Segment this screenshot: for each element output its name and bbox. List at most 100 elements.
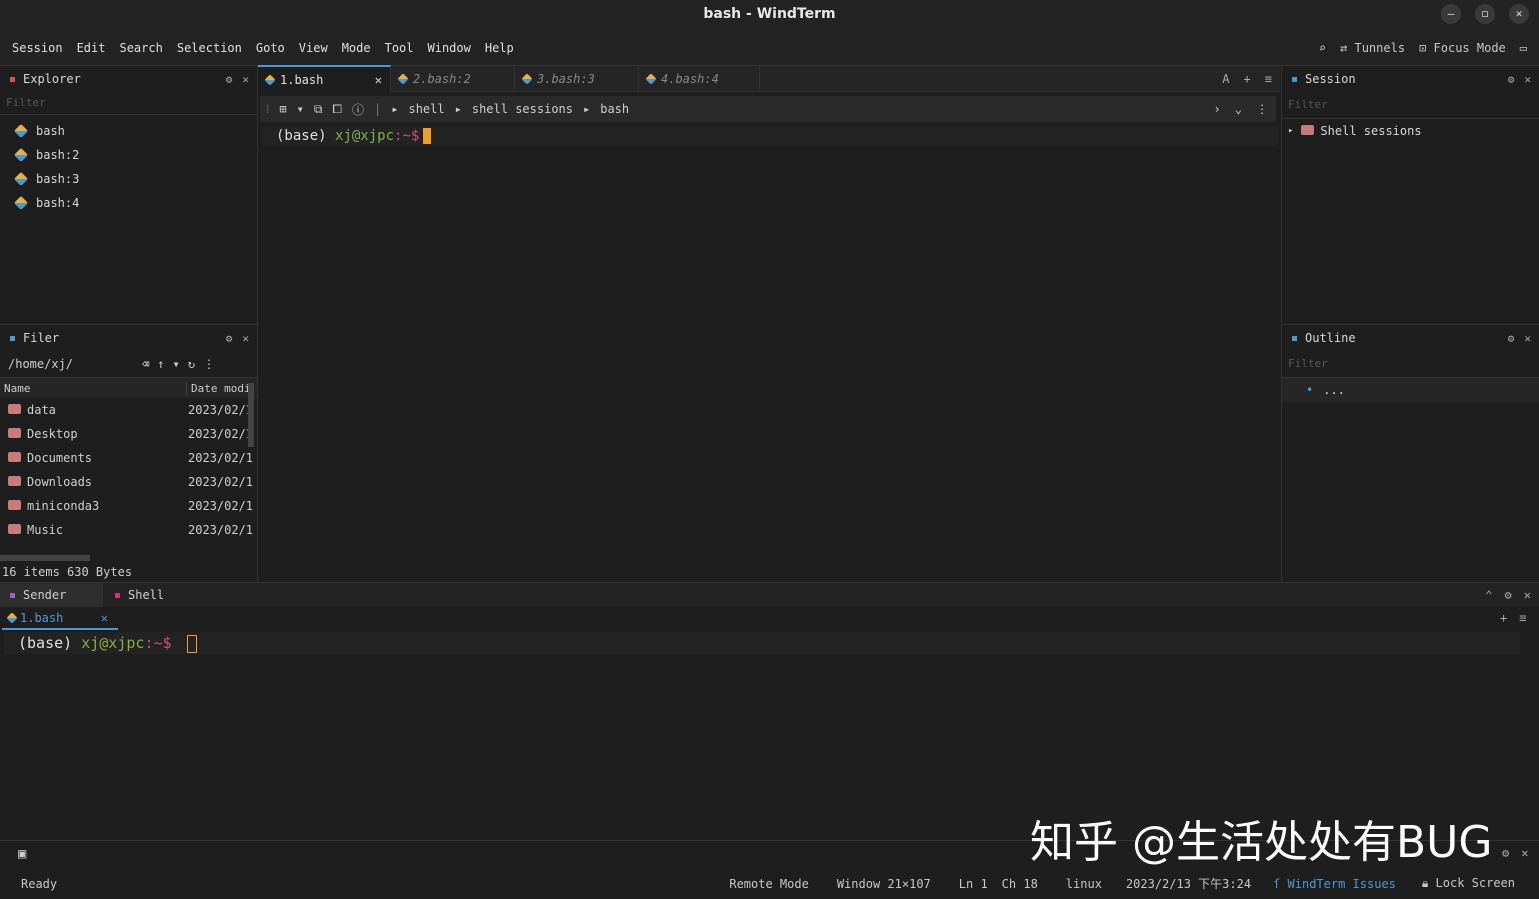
tab-1-bash[interactable]: 1.bash ✕ xyxy=(258,65,391,93)
status-remote-mode[interactable]: Remote Mode xyxy=(729,877,808,891)
more-icon[interactable]: ⋮ xyxy=(1256,102,1268,116)
path-input[interactable]: /home/xj/ xyxy=(8,357,134,371)
close-icon[interactable]: ✕ xyxy=(242,332,249,345)
folder-icon xyxy=(1301,125,1314,135)
vertical-scrollbar[interactable] xyxy=(248,383,254,447)
focus-mode-button[interactable]: ⊡ Focus Mode xyxy=(1419,41,1506,55)
explorer-item-bash2[interactable]: bash:2 xyxy=(0,143,257,167)
tab-menu-button[interactable]: ≡ xyxy=(1519,611,1526,625)
breadcrumb-shell[interactable]: shell xyxy=(408,102,444,116)
close-icon[interactable]: ✕ xyxy=(1524,73,1531,86)
terminal-cursor xyxy=(187,635,197,653)
gear-icon[interactable]: ⚙ xyxy=(1508,332,1515,345)
table-row[interactable]: Desktop2023/02/1 xyxy=(0,422,257,446)
bottom-session-tab[interactable]: 1.bash ✕ xyxy=(2,608,118,630)
tab-2-bash[interactable]: 2.bash:2 xyxy=(391,66,515,92)
close-tab-icon[interactable]: ✕ xyxy=(101,611,108,625)
clear-icon[interactable]: ⌫ xyxy=(142,357,149,371)
split-icon[interactable]: ⧠ xyxy=(332,102,342,117)
shell-dot-icon xyxy=(115,593,120,598)
more-icon[interactable]: ⋮ xyxy=(203,357,215,371)
session-filter-input[interactable]: Filter xyxy=(1282,92,1539,119)
status-col[interactable]: Ch 18 xyxy=(1002,877,1038,891)
session-item-shell-sessions[interactable]: ▸ Shell sessions xyxy=(1282,119,1539,143)
close-button[interactable]: ✕ xyxy=(1509,4,1529,24)
menu-window[interactable]: Window xyxy=(428,30,471,66)
close-icon[interactable]: ✕ xyxy=(242,73,249,86)
duplicate-icon[interactable]: ⧉ xyxy=(314,102,323,117)
status-os[interactable]: linux xyxy=(1066,877,1102,891)
session-dot-icon xyxy=(1292,77,1297,82)
column-date[interactable]: Date modi xyxy=(187,382,251,395)
explorer-item-bash3[interactable]: bash:3 xyxy=(0,167,257,191)
chevron-down-icon[interactable]: ▾ xyxy=(297,102,304,116)
up-arrow-icon[interactable]: ↑ xyxy=(157,357,164,371)
table-row[interactable]: data2023/02/1 xyxy=(0,398,257,422)
gear-icon[interactable]: ⚙ xyxy=(1505,588,1512,602)
folder-icon xyxy=(8,476,21,486)
close-icon[interactable]: ✕ xyxy=(1521,846,1528,860)
tab-sender[interactable]: Sender xyxy=(0,583,103,607)
expand-arrow-icon[interactable]: ▸ xyxy=(1288,126,1293,136)
menu-goto[interactable]: Goto xyxy=(256,30,285,66)
menu-view[interactable]: View xyxy=(299,30,328,66)
info-icon[interactable]: ⓘ xyxy=(352,101,364,118)
drag-handle-icon[interactable]: ⁞ xyxy=(266,102,269,117)
sender-dot-icon xyxy=(10,593,15,598)
font-size-button[interactable]: A xyxy=(1222,72,1229,86)
new-session-icon[interactable]: ⊞ xyxy=(279,102,286,116)
status-line[interactable]: Ln 1 xyxy=(959,877,988,891)
gear-icon[interactable]: ⚙ xyxy=(1502,846,1509,860)
menu-tool[interactable]: Tool xyxy=(385,30,414,66)
gear-icon[interactable]: ⚙ xyxy=(226,332,233,345)
folder-icon xyxy=(8,524,21,534)
menu-help[interactable]: Help xyxy=(485,30,514,66)
search-icon[interactable]: ⌕ xyxy=(1319,41,1326,55)
tab-4-bash[interactable]: 4.bash:4 xyxy=(639,66,760,92)
outline-item[interactable]: • ... xyxy=(1282,378,1539,402)
maximize-button[interactable]: ◻ xyxy=(1475,4,1495,24)
session-icon xyxy=(645,73,656,84)
menu-selection[interactable]: Selection xyxy=(177,30,242,66)
close-tab-icon[interactable]: ✕ xyxy=(375,73,382,87)
chevron-right-icon[interactable]: › xyxy=(1214,102,1221,116)
table-row[interactable]: Music2023/02/1 xyxy=(0,518,257,542)
explorer-item-bash4[interactable]: bash:4 xyxy=(0,191,257,215)
tab-3-bash[interactable]: 3.bash:3 xyxy=(515,66,639,92)
close-icon[interactable]: ✕ xyxy=(1524,332,1531,345)
chevron-down-icon[interactable]: ⌄ xyxy=(1235,102,1242,116)
table-row[interactable]: miniconda32023/02/1 xyxy=(0,494,257,518)
refresh-icon[interactable]: ↻ xyxy=(188,357,195,371)
gear-icon[interactable]: ⚙ xyxy=(226,73,233,86)
tab-menu-button[interactable]: ≡ xyxy=(1265,72,1272,86)
add-tab-button[interactable]: + xyxy=(1244,72,1251,86)
tunnels-button[interactable]: ⇄ Tunnels xyxy=(1340,41,1405,55)
outline-filter-input[interactable]: Filter xyxy=(1282,351,1539,378)
menu-search[interactable]: Search xyxy=(119,30,162,66)
add-tab-button[interactable]: + xyxy=(1500,611,1507,625)
chevron-down-icon[interactable]: ▾ xyxy=(172,357,179,371)
table-row[interactable]: Documents2023/02/1 xyxy=(0,446,257,470)
menu-edit[interactable]: Edit xyxy=(77,30,106,66)
prompt-env: (base) xyxy=(276,128,327,144)
minimize-button[interactable]: – xyxy=(1441,4,1461,24)
layout-icon[interactable]: ▭ xyxy=(1520,41,1527,55)
breadcrumb-bash[interactable]: bash xyxy=(600,102,629,116)
gear-icon[interactable]: ⚙ xyxy=(1508,73,1515,86)
status-lock-screen[interactable]: 🔒︎ Lock Screen xyxy=(1422,876,1515,891)
tab-shell[interactable]: Shell xyxy=(103,583,164,607)
terminal-main[interactable]: (base) xj@xjpc:~$ xyxy=(262,126,1278,146)
menu-mode[interactable]: Mode xyxy=(342,30,371,66)
close-icon[interactable]: ✕ xyxy=(1524,588,1531,602)
sender-toggle-icon[interactable]: ▣ xyxy=(18,846,26,862)
menu-session[interactable]: Session xyxy=(12,30,63,66)
terminal-sender[interactable]: (base) xj@xjpc:~$ xyxy=(4,632,1520,654)
explorer-filter-input[interactable]: Filter xyxy=(0,92,257,115)
column-name[interactable]: Name xyxy=(0,382,187,395)
breadcrumb-shell-sessions[interactable]: shell sessions xyxy=(472,102,573,116)
status-issues-link[interactable]: ſ WindTerm Issues xyxy=(1273,877,1396,891)
explorer-item-bash[interactable]: bash xyxy=(0,119,257,143)
table-row[interactable]: Downloads2023/02/1 xyxy=(0,470,257,494)
horizontal-scrollbar[interactable] xyxy=(0,555,90,561)
chevron-up-icon[interactable]: ⌃ xyxy=(1485,588,1492,602)
